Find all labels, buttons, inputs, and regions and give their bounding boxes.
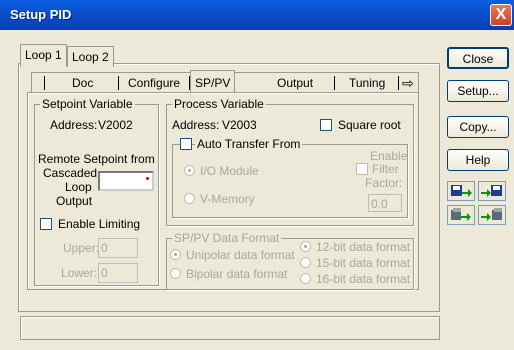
tab-tuning[interactable]: Tuning bbox=[349, 73, 385, 93]
save-to-disk-icon-graphic bbox=[451, 208, 471, 221]
unipolar-radio[interactable] bbox=[170, 249, 181, 260]
help-button[interactable]: Help bbox=[447, 149, 509, 171]
bit12-label: 12-bit data format bbox=[316, 240, 411, 254]
setpoint-address-label: Address: bbox=[50, 118, 98, 132]
inner-tab-strip: Doc Configure SP/PV Output Tuning ⇨ bbox=[31, 70, 419, 95]
remote-setpoint-label-3: Loop bbox=[65, 180, 92, 194]
filter-factor-input[interactable]: 0.0 bbox=[368, 194, 402, 212]
tab-doc[interactable]: Doc bbox=[72, 73, 93, 93]
tab-separator bbox=[189, 76, 190, 90]
process-group-label: Process Variable bbox=[172, 97, 266, 111]
lower-limit-input[interactable]: 0 bbox=[98, 263, 138, 283]
save-to-disk-icon[interactable] bbox=[447, 205, 475, 225]
bipolar-radio[interactable] bbox=[170, 268, 181, 279]
enable-limiting-checkbox[interactable] bbox=[40, 218, 52, 230]
bit15-label: 15-bit data format bbox=[316, 256, 411, 270]
radio-dot bbox=[304, 245, 307, 248]
radio-dot bbox=[188, 169, 191, 172]
tab-loop-2[interactable]: Loop 2 bbox=[67, 46, 114, 67]
copy-button[interactable]: Copy... bbox=[447, 116, 509, 138]
filter-factor-label: Factor: bbox=[365, 176, 403, 190]
setpoint-address-value: V2002 bbox=[98, 118, 133, 132]
setpoint-group-label: Setpoint Variable bbox=[40, 97, 135, 111]
io-module-label: I/O Module bbox=[200, 164, 259, 178]
square-root-label: Square root bbox=[338, 118, 401, 132]
square-root-checkbox[interactable] bbox=[320, 119, 332, 131]
tab-separator bbox=[398, 76, 399, 90]
close-button[interactable]: Close bbox=[447, 47, 509, 69]
process-address-value: V2003 bbox=[222, 118, 257, 132]
remote-setpoint-input[interactable] bbox=[98, 171, 154, 191]
remote-setpoint-label-2: Cascaded bbox=[43, 166, 98, 180]
unipolar-label: Unipolar data format bbox=[186, 248, 295, 262]
title-bar: Setup PID X bbox=[0, 0, 514, 30]
status-bar bbox=[20, 316, 440, 340]
tab-loop-1[interactable]: Loop 1 bbox=[20, 44, 67, 67]
bit16-radio[interactable] bbox=[300, 273, 311, 284]
required-dot-icon bbox=[146, 177, 149, 180]
lower-label: Lower: bbox=[61, 266, 98, 280]
bit16-label: 16-bit data format bbox=[316, 272, 411, 286]
v-memory-radio[interactable] bbox=[184, 193, 195, 204]
tab-separator bbox=[118, 76, 119, 90]
window-close-button[interactable]: X bbox=[490, 4, 512, 26]
filter-label: Filter bbox=[372, 162, 399, 176]
tab-separator bbox=[334, 76, 335, 90]
setup-button[interactable]: Setup... bbox=[447, 80, 509, 102]
load-from-plc-icon[interactable] bbox=[478, 181, 506, 201]
bipolar-label: Bipolar data format bbox=[186, 267, 288, 281]
enable-filter-checkbox[interactable] bbox=[356, 163, 368, 175]
io-module-radio[interactable] bbox=[184, 165, 195, 176]
process-address-label: Address: bbox=[172, 118, 220, 132]
remote-setpoint-label: Remote Setpoint from bbox=[38, 152, 155, 166]
auto-transfer-label: Auto Transfer From bbox=[195, 137, 303, 151]
bit12-radio[interactable] bbox=[300, 241, 311, 252]
save-to-plc-icon-graphic bbox=[451, 185, 472, 197]
load-from-plc-icon-graphic bbox=[481, 185, 502, 197]
enable-limiting-label: Enable Limiting bbox=[58, 217, 141, 231]
save-to-plc-icon[interactable] bbox=[447, 181, 475, 201]
auto-transfer-checkbox[interactable] bbox=[180, 138, 192, 150]
data-format-group-label: SP/PV Data Format bbox=[172, 231, 282, 245]
radio-dot bbox=[174, 253, 177, 256]
window-title: Setup PID bbox=[10, 7, 72, 22]
upper-label: Upper: bbox=[63, 241, 100, 255]
bit15-radio[interactable] bbox=[300, 257, 311, 268]
tab-output[interactable]: Output bbox=[277, 73, 313, 93]
remote-setpoint-label-4: Output bbox=[56, 194, 93, 208]
v-memory-label: V-Memory bbox=[200, 192, 255, 206]
load-from-disk-icon[interactable] bbox=[478, 205, 506, 225]
tab-scroll-right-icon[interactable]: ⇨ bbox=[402, 73, 414, 93]
tab-separator bbox=[44, 76, 45, 90]
upper-limit-input[interactable]: 0 bbox=[98, 238, 138, 258]
enable-filter-label: Enable bbox=[370, 149, 408, 163]
load-from-disk-icon-graphic bbox=[481, 208, 502, 221]
tab-configure[interactable]: Configure bbox=[128, 73, 180, 93]
